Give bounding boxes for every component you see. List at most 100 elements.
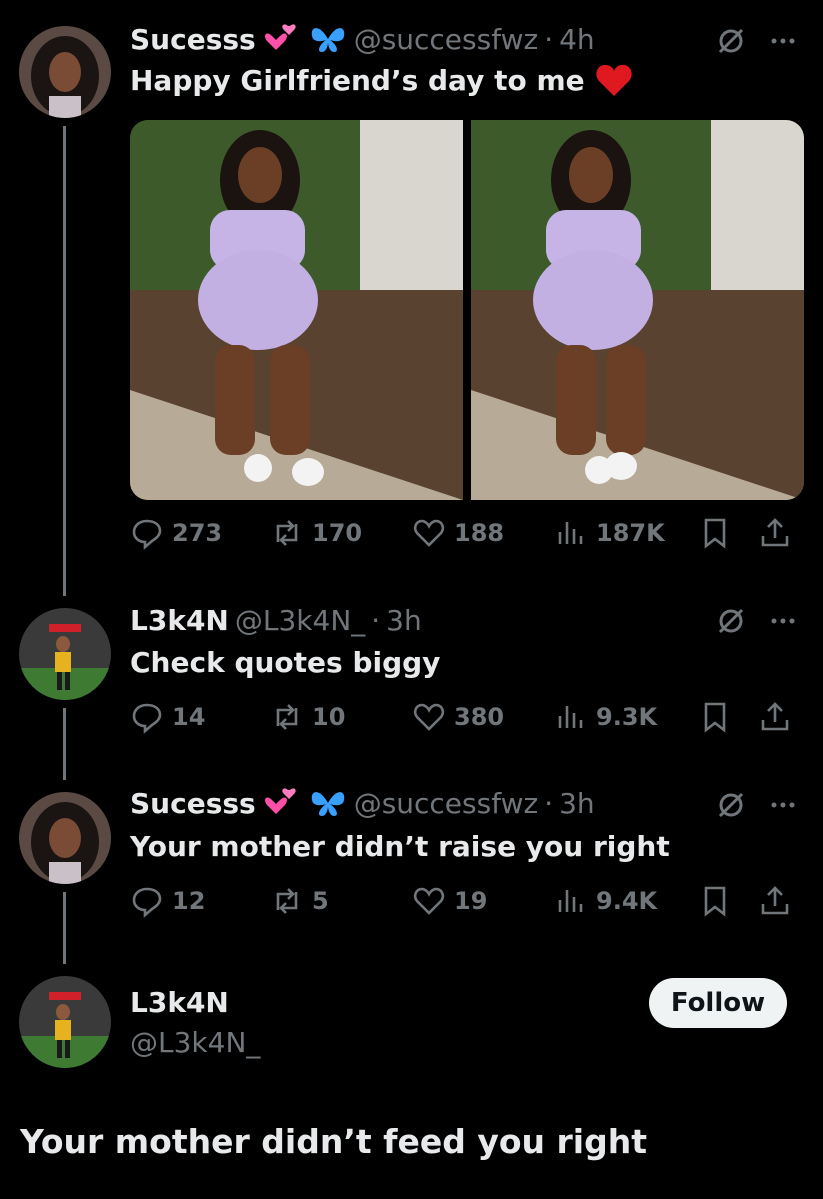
focused-tweet-text: Your mother didn’t feed you right (20, 1122, 647, 1161)
timestamp[interactable]: 3h (386, 604, 422, 637)
heart-icon (413, 519, 445, 547)
avatar-image (19, 608, 111, 700)
timestamp[interactable]: 4h (559, 23, 595, 56)
tweet-media[interactable] (130, 120, 804, 500)
bookmark-icon (704, 702, 726, 733)
heart-icon (413, 703, 445, 731)
like-button[interactable]: 19 (412, 884, 554, 918)
share-icon (761, 702, 789, 731)
tweet-actions: 14 10 380 9.3K (130, 700, 804, 734)
timestamp[interactable]: 3h (559, 787, 595, 820)
tweet-actions: 12 5 19 9.4K (130, 884, 804, 918)
tweet-top-actions (716, 790, 798, 820)
bookmark-button[interactable] (698, 700, 758, 734)
like-count: 188 (454, 519, 505, 547)
share-button[interactable] (758, 884, 792, 918)
tweet-top-actions (716, 26, 798, 56)
avatar-successfwz[interactable] (19, 26, 111, 118)
repost-count: 170 (312, 519, 363, 547)
more-options-icon[interactable] (768, 26, 798, 56)
handle[interactable]: @successfwz (354, 23, 539, 56)
repost-icon (276, 704, 298, 730)
avatar-image (19, 26, 111, 118)
like-count: 19 (454, 887, 488, 915)
thread-line (63, 126, 66, 596)
view-count: 9.4K (596, 887, 658, 915)
photo-left[interactable] (130, 120, 463, 500)
reply-icon (132, 519, 162, 550)
share-icon (761, 518, 789, 547)
repost-count: 5 (312, 887, 329, 915)
tweet-text: Your mother didn’t raise you right (130, 830, 670, 863)
avatar-l3k4n[interactable] (19, 608, 111, 700)
thread-line (63, 708, 66, 780)
display-name[interactable]: Sucesss (130, 23, 256, 56)
tweet-text: Happy Girlfriend’s day to me (130, 63, 585, 97)
views-button[interactable]: 9.4K (554, 884, 698, 918)
view-count: 187K (596, 519, 665, 547)
follow-button[interactable]: Follow (649, 978, 787, 1028)
reply-button[interactable]: 273 (130, 516, 270, 550)
avatar-successfwz[interactable] (19, 792, 111, 884)
tweet-header: Sucesss @successfwz · 3h (130, 786, 595, 820)
two-hearts-emoji-icon (264, 24, 296, 50)
view-count: 9.3K (596, 703, 658, 731)
bookmark-icon (704, 886, 726, 917)
photo-right[interactable] (471, 120, 804, 500)
bookmark-button[interactable] (698, 884, 758, 918)
repost-icon (276, 520, 298, 546)
more-options-icon[interactable] (768, 606, 798, 636)
separator-dot: · (544, 22, 554, 56)
butterfly-emoji-icon (311, 28, 344, 52)
handle[interactable]: @L3k4N_ (130, 1026, 260, 1059)
repost-icon (276, 888, 298, 914)
reply-button[interactable]: 12 (130, 884, 270, 918)
reply-button[interactable]: 14 (130, 700, 270, 734)
avatar-l3k4n[interactable] (19, 976, 111, 1068)
views-button[interactable]: 9.3K (554, 700, 698, 734)
display-name[interactable]: L3k4N (130, 986, 229, 1019)
reply-icon (132, 887, 162, 918)
two-hearts-emoji-icon (264, 788, 296, 814)
grok-icon[interactable] (716, 26, 746, 56)
like-count: 380 (454, 703, 505, 731)
tweet-actions: 273 170 188 187K (130, 516, 804, 550)
display-name[interactable]: L3k4N (130, 604, 229, 637)
butterfly-emoji-icon (311, 792, 344, 816)
share-button[interactable] (758, 700, 792, 734)
separator-dot: · (544, 786, 554, 820)
like-button[interactable]: 380 (412, 700, 554, 734)
grok-icon[interactable] (716, 606, 746, 636)
views-button[interactable]: 187K (554, 516, 698, 550)
reply-count: 273 (172, 519, 223, 547)
tweet-text: Check quotes biggy (130, 646, 441, 679)
share-icon (761, 886, 789, 915)
analytics-icon (558, 706, 583, 728)
reply-icon (132, 703, 162, 734)
bookmark-icon (704, 518, 726, 549)
avatar-image (19, 976, 111, 1068)
reply-count: 12 (172, 887, 206, 915)
like-button[interactable]: 188 (412, 516, 554, 550)
grok-icon[interactable] (716, 790, 746, 820)
share-button[interactable] (758, 516, 792, 550)
display-name[interactable]: Sucesss (130, 787, 256, 820)
analytics-icon (558, 522, 583, 544)
analytics-icon (558, 890, 583, 912)
red-heart-emoji-icon (595, 64, 632, 96)
repost-button[interactable]: 5 (270, 884, 412, 918)
more-options-icon[interactable] (768, 790, 798, 820)
reply-count: 14 (172, 703, 206, 731)
repost-button[interactable]: 10 (270, 700, 412, 734)
handle[interactable]: @L3k4N_ (235, 604, 365, 637)
heart-icon (413, 887, 445, 915)
separator-dot: · (371, 604, 381, 637)
repost-count: 10 (312, 703, 346, 731)
thread-line (63, 892, 66, 964)
repost-button[interactable]: 170 (270, 516, 412, 550)
handle[interactable]: @successfwz (354, 787, 539, 820)
tweet-header: Sucesss @successfwz · 4h (130, 22, 595, 56)
avatar-image (19, 792, 111, 884)
bookmark-button[interactable] (698, 516, 758, 550)
tweet-header: L3k4N @L3k4N_ · 3h (130, 604, 422, 637)
